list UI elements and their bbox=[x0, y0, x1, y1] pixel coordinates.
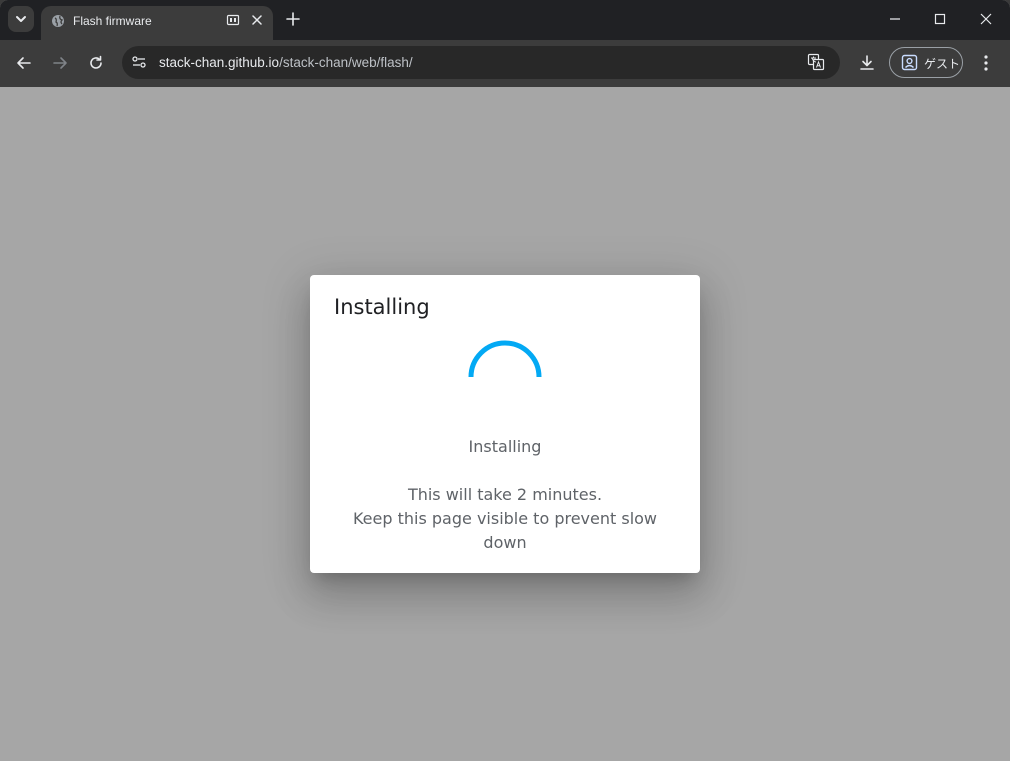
chevron-down-icon bbox=[16, 16, 26, 22]
tab-strip: Flash firmware bbox=[0, 0, 1010, 40]
download-icon[interactable] bbox=[857, 53, 877, 73]
dialog-title: Installing bbox=[334, 295, 430, 319]
profile-label: ゲスト bbox=[924, 57, 961, 71]
url-path: /stack-chan/web/flash/ bbox=[279, 55, 413, 70]
address-bar[interactable]: stack-chan.github.io/stack-chan/web/flas… bbox=[122, 46, 840, 79]
minimize-icon[interactable] bbox=[886, 10, 904, 28]
install-message: This will take 2 minutes. Keep this page… bbox=[340, 483, 670, 555]
media-icon[interactable] bbox=[226, 13, 240, 27]
browser-window: Flash firmware stack-chan.github.io/stac… bbox=[0, 0, 1010, 761]
forward-arrow-icon[interactable] bbox=[50, 53, 70, 73]
translate-icon[interactable] bbox=[807, 53, 825, 71]
browser-toolbar: stack-chan.github.io/stack-chan/web/flas… bbox=[0, 40, 1010, 87]
maximize-icon[interactable] bbox=[931, 10, 949, 28]
close-icon[interactable] bbox=[249, 12, 265, 28]
back-arrow-icon[interactable] bbox=[14, 53, 34, 73]
kebab-menu-icon[interactable] bbox=[977, 53, 995, 73]
install-message-line2: Keep this page visible to prevent slow d… bbox=[352, 509, 658, 552]
tab-search-button[interactable] bbox=[8, 6, 34, 32]
close-window-icon[interactable] bbox=[977, 10, 995, 28]
page-overlay[interactable]: Installing Installing This will take 2 m… bbox=[0, 87, 1010, 761]
plus-icon[interactable] bbox=[284, 10, 302, 28]
profile-button[interactable]: ゲスト bbox=[889, 47, 963, 78]
url-host: stack-chan.github.io bbox=[159, 55, 280, 70]
tab-title: Flash firmware bbox=[73, 14, 152, 28]
install-message-line1: This will take 2 minutes. bbox=[407, 485, 603, 504]
url-text[interactable]: stack-chan.github.io/stack-chan/web/flas… bbox=[159, 55, 413, 70]
site-info-icon[interactable] bbox=[130, 53, 148, 71]
install-dialog: Installing Installing This will take 2 m… bbox=[310, 275, 700, 573]
tab-flash-firmware[interactable]: Flash firmware bbox=[41, 6, 273, 40]
profile-icon bbox=[901, 54, 918, 71]
install-status: Installing bbox=[468, 437, 542, 456]
spinner-icon bbox=[468, 340, 542, 378]
reload-icon[interactable] bbox=[86, 53, 106, 73]
globe-icon bbox=[52, 15, 64, 27]
